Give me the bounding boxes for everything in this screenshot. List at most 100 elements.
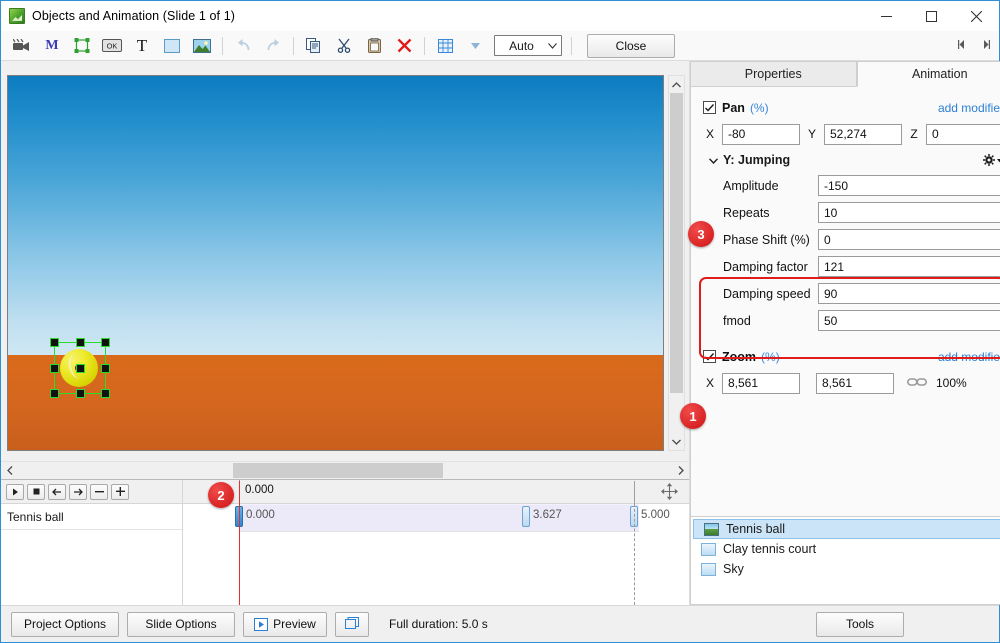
objects-and-animation-window: Objects and Animation (Slide 1 of 1) M O…: [0, 0, 1000, 643]
rectangle-tool-icon[interactable]: [157, 33, 187, 58]
scroll-left-icon[interactable]: [1, 462, 18, 479]
pan-checkbox[interactable]: [703, 101, 716, 114]
delete-icon[interactable]: [389, 33, 419, 58]
stop-button[interactable]: [27, 483, 45, 500]
video-camera-icon[interactable]: [7, 33, 37, 58]
window-icon-button[interactable]: [335, 611, 369, 637]
handle-nw[interactable]: [50, 338, 59, 347]
project-options-button[interactable]: Project Options: [11, 611, 119, 637]
handle-w[interactable]: [50, 363, 59, 373]
pan-x-input[interactable]: -80: [722, 123, 800, 145]
keyframe-marker-1[interactable]: [522, 506, 530, 527]
handle-n[interactable]: [75, 338, 85, 347]
nav-prev-icon[interactable]: [957, 39, 967, 53]
handle-ne[interactable]: [101, 338, 110, 347]
canvas-area: [1, 61, 689, 461]
handle-e[interactable]: [101, 363, 110, 373]
main-content: 0.000 Tennis ball 0.000 3.627 5.000 Prop…: [1, 61, 1000, 605]
damping-speed-input[interactable]: 90: [818, 283, 1000, 304]
grid-dropdown-arrow-icon[interactable]: [460, 33, 490, 58]
modifier-title: Y: Jumping: [723, 153, 791, 167]
canvas-scroll-thumb[interactable]: [670, 93, 683, 393]
object-list-tennis-ball[interactable]: Tennis ball: [693, 519, 1000, 539]
gear-icon[interactable]: [983, 154, 1000, 166]
zoom-out-button[interactable]: [90, 483, 108, 500]
chevron-down-icon[interactable]: [708, 153, 719, 167]
hscroll-track[interactable]: [18, 463, 672, 478]
pan-add-modifier-link[interactable]: add modifier: [938, 101, 1000, 115]
repeats-input[interactable]: 10: [818, 202, 1000, 223]
zoom-y-input[interactable]: 8,561: [816, 372, 894, 394]
paste-icon[interactable]: [359, 33, 389, 58]
handle-s[interactable]: [75, 389, 85, 398]
handle-sw[interactable]: [50, 389, 59, 398]
prev-keyframe-button[interactable]: [48, 483, 66, 500]
slide-options-button[interactable]: Slide Options: [127, 611, 235, 637]
redo-icon[interactable]: [258, 33, 288, 58]
image-tool-icon[interactable]: [187, 33, 217, 58]
timeline-playhead[interactable]: [239, 481, 240, 605]
text-tool-icon[interactable]: T: [127, 33, 157, 58]
nav-next-icon[interactable]: [981, 39, 991, 53]
button-ok-icon[interactable]: OK: [97, 33, 127, 58]
zoom-section-header: Zoom (%) add modifier: [691, 344, 1000, 369]
canvas-vertical-scrollbar[interactable]: [668, 75, 685, 451]
image-thumbnail-icon: [704, 522, 719, 536]
scroll-right-icon[interactable]: [672, 462, 689, 479]
link-icon[interactable]: [907, 376, 927, 390]
zoom-in-button[interactable]: [111, 483, 129, 500]
play-button[interactable]: [6, 483, 24, 500]
selection-box[interactable]: [50, 338, 110, 398]
zoom-level-combo[interactable]: Auto: [494, 35, 562, 56]
fit-to-window-icon[interactable]: [649, 480, 689, 503]
object-list-sky[interactable]: Sky: [691, 559, 1000, 579]
timeline-track-area[interactable]: 0.000 3.627 5.000: [183, 481, 689, 605]
undo-icon[interactable]: [228, 33, 258, 58]
timeline-ruler[interactable]: 0.000: [183, 480, 649, 503]
tab-animation[interactable]: Animation: [856, 61, 1000, 87]
phase-shift-input[interactable]: 0: [818, 229, 1000, 250]
pan-z-input[interactable]: 0: [926, 123, 1000, 145]
maximize-button[interactable]: [909, 1, 954, 31]
copy-icon[interactable]: [299, 33, 329, 58]
timeline-header: 0.000: [1, 480, 689, 504]
damping-factor-input[interactable]: 121: [818, 256, 1000, 277]
zoom-checkbox[interactable]: [703, 350, 716, 363]
minimize-button[interactable]: [864, 1, 909, 31]
pan-unit: (%): [749, 100, 769, 115]
window-title: Objects and Animation (Slide 1 of 1): [32, 9, 236, 23]
scroll-up-icon[interactable]: [669, 76, 684, 93]
tools-button[interactable]: Tools: [816, 611, 904, 637]
pan-y-input[interactable]: 52,274: [824, 123, 902, 145]
object-list-clay-tennis-court[interactable]: Clay tennis court: [691, 539, 1000, 559]
next-keyframe-button[interactable]: [69, 483, 87, 500]
timeline-track-name[interactable]: Tennis ball: [1, 504, 182, 530]
right-pane: Properties Animation Pan (%) add modifie…: [689, 61, 1000, 605]
animation-panel-content: Pan (%) add modifier X -80 Y 52,274 Z 0: [691, 87, 1000, 516]
track-tennis-ball[interactable]: [239, 504, 639, 532]
timeline-transport-controls: [1, 480, 183, 503]
modifier-group-header[interactable]: Y: Jumping: [691, 148, 1000, 172]
window-controls: [864, 1, 999, 31]
canvas-horizontal-scrollbar[interactable]: [1, 461, 689, 479]
handle-center[interactable]: [75, 363, 85, 373]
tab-properties[interactable]: Properties: [690, 61, 857, 87]
preview-button[interactable]: Preview: [243, 611, 327, 637]
preview-label: Preview: [273, 617, 316, 631]
close-button[interactable]: [954, 1, 999, 31]
close-dialog-button[interactable]: Close: [587, 33, 675, 58]
scroll-down-icon[interactable]: [669, 433, 684, 450]
zoom-add-modifier-link[interactable]: add modifier: [938, 350, 1000, 364]
repeats-label: Repeats: [723, 205, 770, 220]
hscroll-thumb[interactable]: [233, 463, 443, 478]
handle-se[interactable]: [101, 389, 110, 398]
slide-canvas[interactable]: [7, 75, 664, 451]
amplitude-input[interactable]: -150: [818, 175, 1000, 196]
fmod-input[interactable]: 50: [818, 310, 1000, 331]
full-duration-label: Full duration: 5.0 s: [389, 617, 488, 631]
frame-icon[interactable]: [67, 33, 97, 58]
zoom-x-input[interactable]: 8,561: [722, 372, 800, 394]
mask-m-icon[interactable]: M: [37, 33, 67, 58]
grid-icon[interactable]: [430, 33, 460, 58]
cut-icon[interactable]: [329, 33, 359, 58]
